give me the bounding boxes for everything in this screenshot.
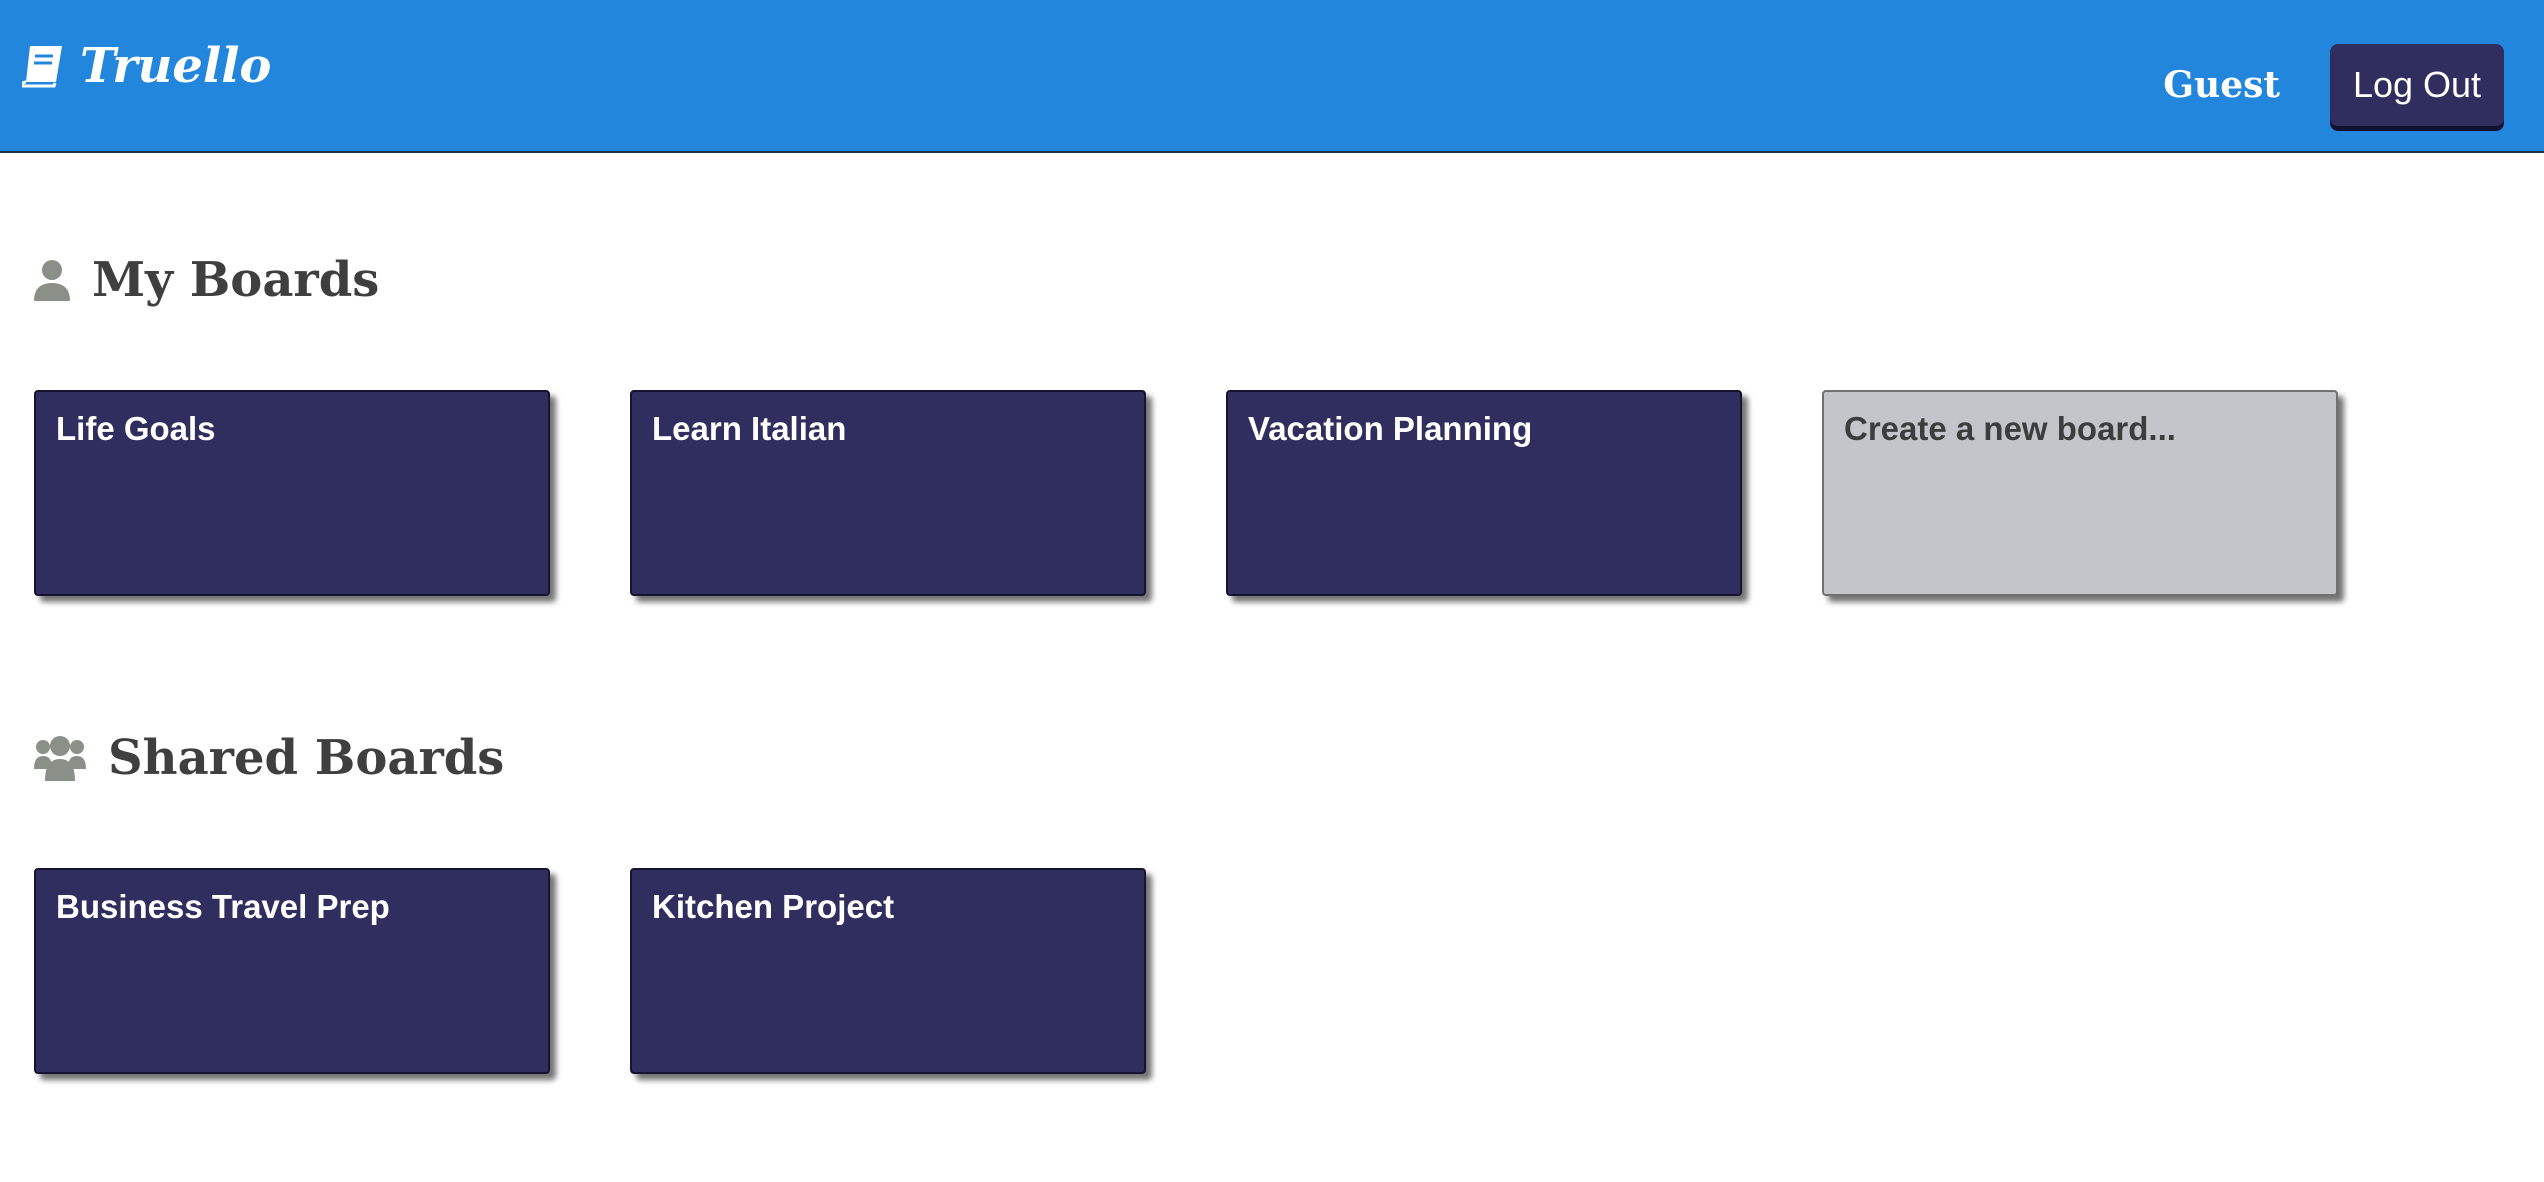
username-label: Guest bbox=[2163, 64, 2280, 106]
shared-boards-list: Business Travel Prep Kitchen Project bbox=[34, 868, 1226, 1074]
board-card[interactable]: Kitchen Project bbox=[630, 868, 1146, 1074]
shared-boards-heading: Shared Boards bbox=[34, 730, 504, 786]
brand-link[interactable]: Truello bbox=[21, 38, 272, 94]
board-card[interactable]: Life Goals bbox=[34, 390, 550, 596]
app-title: Truello bbox=[80, 38, 272, 94]
navbar: Truello Guest Log Out bbox=[0, 0, 2544, 153]
book-icon bbox=[21, 44, 64, 88]
shared-boards-title: Shared Boards bbox=[108, 730, 505, 786]
logout-button[interactable]: Log Out bbox=[2330, 44, 2504, 126]
user-menu: Guest Log Out bbox=[2163, 44, 2504, 126]
my-boards-list: Life Goals Learn Italian Vacation Planni… bbox=[34, 390, 2418, 596]
board-card[interactable]: Learn Italian bbox=[630, 390, 1146, 596]
board-card[interactable]: Business Travel Prep bbox=[34, 868, 550, 1074]
my-boards-title: My Boards bbox=[92, 252, 380, 308]
my-boards-heading: My Boards bbox=[34, 252, 379, 308]
users-icon bbox=[34, 735, 86, 781]
board-card[interactable]: Vacation Planning bbox=[1226, 390, 1742, 596]
user-icon bbox=[34, 259, 70, 301]
create-board-button[interactable]: Create a new board... bbox=[1822, 390, 2338, 596]
